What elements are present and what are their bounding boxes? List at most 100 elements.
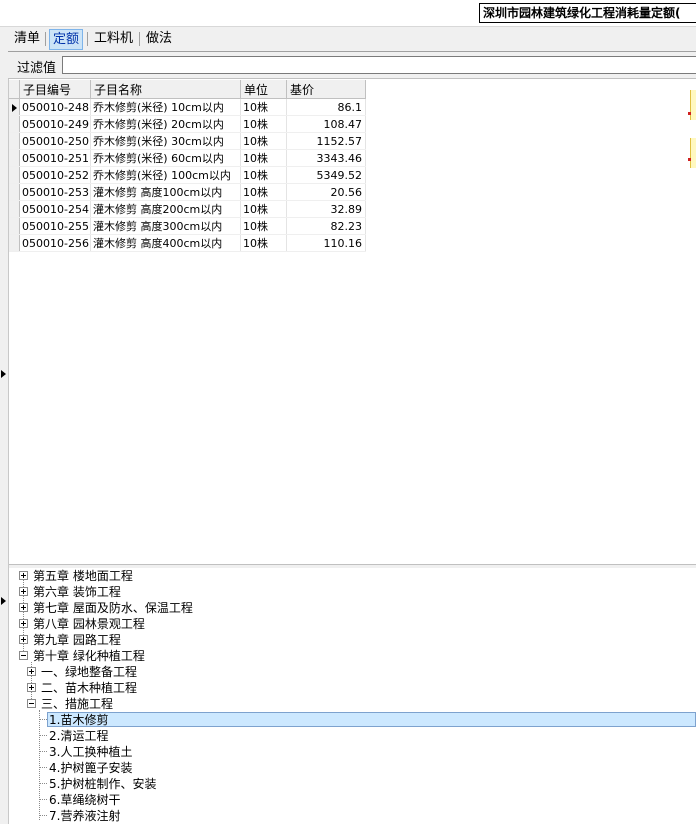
- cell-unit[interactable]: 10株: [240, 217, 287, 235]
- tree-node-label: 5.护树桩制作、安装: [49, 777, 157, 791]
- cell-code[interactable]: 050010-255: [19, 217, 91, 235]
- tree-leaf-clearance[interactable]: 2.清运工程: [49, 728, 108, 744]
- tree-node-label: 第九章 园路工程: [33, 633, 121, 647]
- cell-name[interactable]: 灌木修剪 高度400cm以内: [90, 234, 241, 252]
- table-row[interactable]: 050010-250 乔木修剪(米径) 30cm以内 10株 1152.57: [9, 132, 366, 150]
- table-row[interactable]: 050010-249 乔木修剪(米径) 20cm以内 10株 108.47: [9, 115, 366, 133]
- tab-quota[interactable]: 定额: [49, 29, 84, 50]
- row-indicator-header: [9, 80, 20, 99]
- row-indicator: [9, 115, 20, 133]
- quota-grid: 子目编号 子目名称 单位 基价 050010-248 乔木修剪(米径) 10cm…: [9, 80, 696, 564]
- cell-unit[interactable]: 10株: [240, 115, 287, 133]
- collapse-minus-icon[interactable]: [27, 699, 36, 708]
- column-header-unit[interactable]: 单位: [240, 80, 287, 99]
- cell-price[interactable]: 108.47: [286, 115, 366, 133]
- expand-plus-icon[interactable]: [19, 635, 28, 644]
- tree-connector: [39, 767, 47, 768]
- expand-plus-icon[interactable]: [19, 571, 28, 580]
- cell-unit[interactable]: 10株: [240, 166, 287, 184]
- tree-node-label: 2.清运工程: [49, 729, 109, 743]
- cell-price[interactable]: 1152.57: [286, 132, 366, 150]
- tree-leaf-tree-grate[interactable]: 4.护树篦子安装: [49, 760, 132, 776]
- row-indicator: [9, 183, 20, 201]
- tree-leaf-straw-rope[interactable]: 6.草绳绕树干: [49, 792, 120, 808]
- tree-connector: [39, 710, 40, 820]
- tree-leaf-tree-stake[interactable]: 5.护树桩制作、安装: [49, 776, 156, 792]
- window-title: 深圳市园林建筑绿化工程消耗量定额(: [479, 3, 696, 23]
- tab-labor-material-machine[interactable]: 工料机: [91, 29, 136, 48]
- column-header-name[interactable]: 子目名称: [90, 80, 241, 99]
- cell-code[interactable]: 050010-248: [19, 98, 91, 116]
- tree-node-label: 第六章 装饰工程: [33, 585, 121, 599]
- tree-leaf-seedling-pruning[interactable]: 1.苗木修剪: [49, 712, 108, 728]
- cell-price[interactable]: 20.56: [286, 183, 366, 201]
- quota-table: 子目编号 子目名称 单位 基价 050010-248 乔木修剪(米径) 10cm…: [9, 80, 366, 252]
- table-header-row: 子目编号 子目名称 单位 基价: [9, 80, 366, 99]
- cell-code[interactable]: 050010-249: [19, 115, 91, 133]
- expand-plus-icon[interactable]: [27, 683, 36, 692]
- cell-unit[interactable]: 10株: [240, 183, 287, 201]
- filter-input[interactable]: [62, 56, 696, 74]
- cell-code[interactable]: 050010-253: [19, 183, 91, 201]
- side-marker: [690, 90, 696, 120]
- cell-code[interactable]: 050010-252: [19, 166, 91, 184]
- cell-price[interactable]: 5349.52: [286, 166, 366, 184]
- side-marker-dot-icon: [688, 112, 691, 115]
- expand-plus-icon[interactable]: [19, 603, 28, 612]
- row-indicator: [9, 166, 20, 184]
- table-row[interactable]: 050010-256 灌木修剪 高度400cm以内 10株 110.16: [9, 234, 366, 252]
- table-row[interactable]: 050010-254 灌木修剪 高度200cm以内 10株 32.89: [9, 200, 366, 218]
- table-row[interactable]: 050010-251 乔木修剪(米径) 60cm以内 10株 3343.46: [9, 149, 366, 167]
- table-row[interactable]: 050010-253 灌木修剪 高度100cm以内 10株 20.56: [9, 183, 366, 201]
- tree-node-label: 第五章 楼地面工程: [33, 569, 133, 583]
- tab-method[interactable]: 做法: [143, 29, 175, 48]
- cell-price[interactable]: 110.16: [286, 234, 366, 252]
- cell-name[interactable]: 乔木修剪(米径) 10cm以内: [90, 98, 241, 116]
- tree-node-label: 3.人工换种植土: [49, 745, 133, 759]
- cell-price[interactable]: 82.23: [286, 217, 366, 235]
- expand-plus-icon[interactable]: [27, 667, 36, 676]
- cell-code[interactable]: 050010-250: [19, 132, 91, 150]
- cell-name[interactable]: 乔木修剪(米径) 20cm以内: [90, 115, 241, 133]
- tree-node-label: 三、措施工程: [41, 697, 114, 711]
- cell-code[interactable]: 050010-251: [19, 149, 91, 167]
- tree-node-label: 7.营养液注射: [49, 809, 121, 823]
- table-row[interactable]: 050010-248 乔木修剪(米径) 10cm以内 10株 86.1: [9, 98, 366, 116]
- cell-name[interactable]: 灌木修剪 高度200cm以内: [90, 200, 241, 218]
- cell-code[interactable]: 050010-256: [19, 234, 91, 252]
- cell-price[interactable]: 3343.46: [286, 149, 366, 167]
- tab-bar: 清单 定额 工料机 做法: [8, 27, 696, 52]
- expand-plus-icon[interactable]: [19, 619, 28, 628]
- cell-unit[interactable]: 10株: [240, 149, 287, 167]
- cell-unit[interactable]: 10株: [240, 200, 287, 218]
- table-row[interactable]: 050010-252 乔木修剪(米径) 100cm以内 10株 5349.52: [9, 166, 366, 184]
- cell-price[interactable]: 32.89: [286, 200, 366, 218]
- cell-unit[interactable]: 10株: [240, 132, 287, 150]
- tree-leaf-nutrient-injection[interactable]: 7.营养液注射: [49, 808, 120, 824]
- collapse-arrow-icon[interactable]: [1, 370, 6, 378]
- tree-connector: [39, 751, 47, 752]
- tree-connector: [39, 799, 47, 800]
- cell-unit[interactable]: 10株: [240, 234, 287, 252]
- tree-leaf-soil-replacement[interactable]: 3.人工换种植土: [49, 744, 132, 760]
- cell-name[interactable]: 灌木修剪 高度100cm以内: [90, 183, 241, 201]
- column-header-price[interactable]: 基价: [286, 80, 366, 99]
- row-indicator: [9, 98, 20, 116]
- collapse-minus-icon[interactable]: [19, 651, 28, 660]
- cell-name[interactable]: 灌木修剪 高度300cm以内: [90, 217, 241, 235]
- tab-divider: [45, 32, 46, 46]
- expand-plus-icon[interactable]: [19, 587, 28, 596]
- cell-unit[interactable]: 10株: [240, 98, 287, 116]
- tree-connector: [39, 815, 47, 816]
- left-splitter[interactable]: [0, 27, 9, 824]
- collapse-arrow-icon[interactable]: [1, 597, 6, 605]
- cell-name[interactable]: 乔木修剪(米径) 30cm以内: [90, 132, 241, 150]
- column-header-code[interactable]: 子目编号: [19, 80, 91, 99]
- table-row[interactable]: 050010-255 灌木修剪 高度300cm以内 10株 82.23: [9, 217, 366, 235]
- cell-price[interactable]: 86.1: [286, 98, 366, 116]
- cell-name[interactable]: 乔木修剪(米径) 60cm以内: [90, 149, 241, 167]
- tree-node-label: 6.草绳绕树干: [49, 793, 121, 807]
- cell-name[interactable]: 乔木修剪(米径) 100cm以内: [90, 166, 241, 184]
- cell-code[interactable]: 050010-254: [19, 200, 91, 218]
- tab-bill[interactable]: 清单: [11, 29, 43, 48]
